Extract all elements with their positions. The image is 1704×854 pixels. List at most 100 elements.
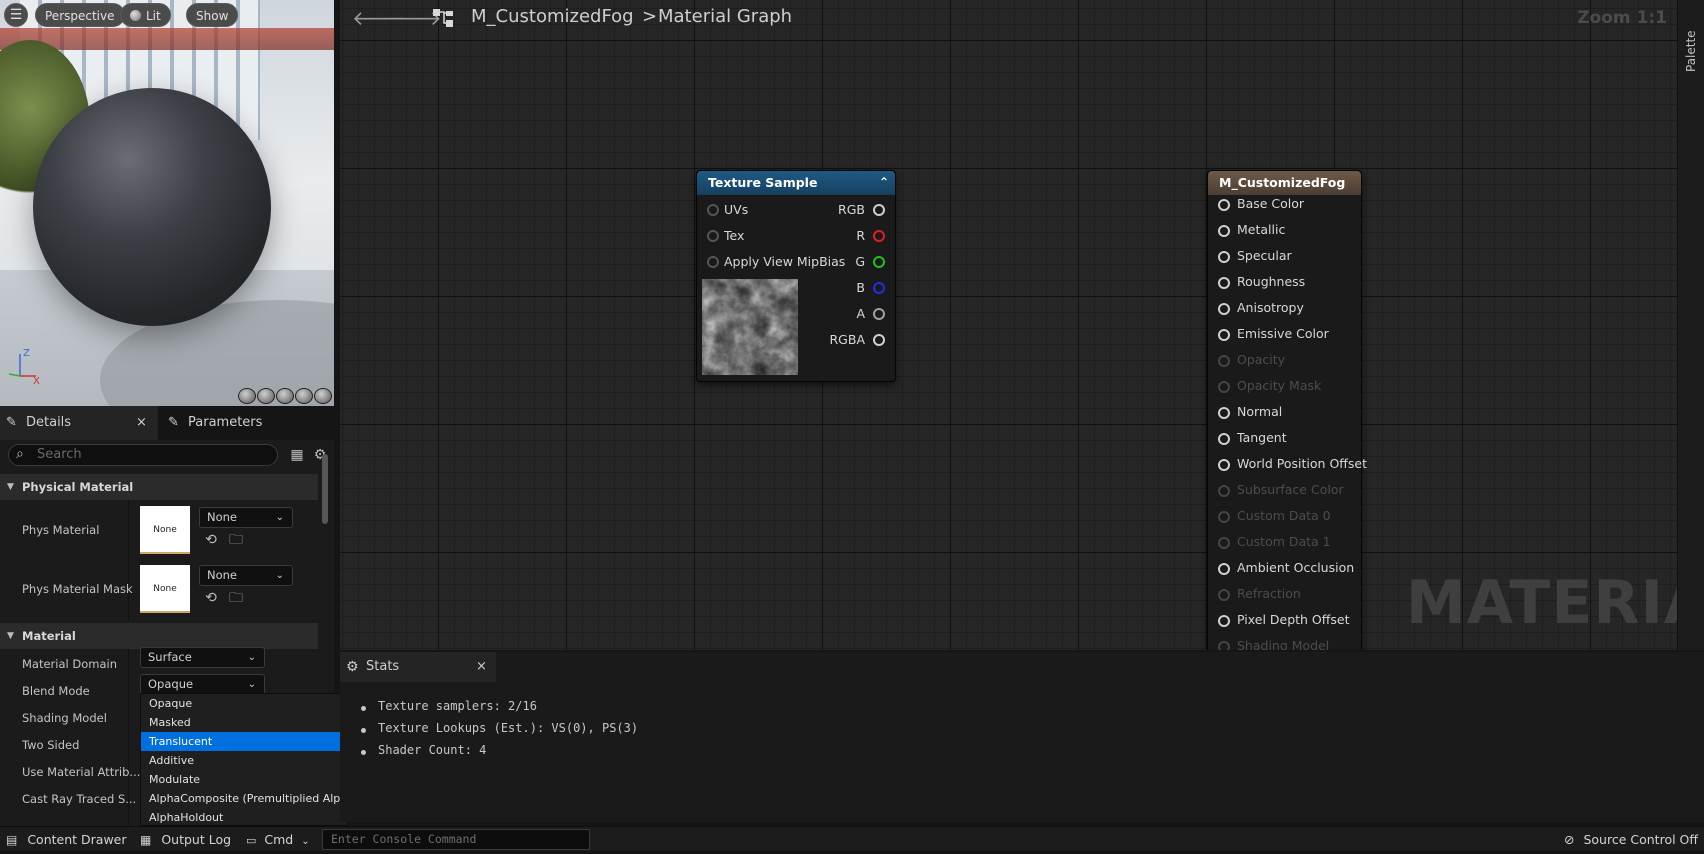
material-domain-combo[interactable]: Surface ⌄ <box>140 647 265 668</box>
a-output-pin[interactable] <box>873 308 885 320</box>
section-material[interactable]: ▼ Material <box>0 623 318 649</box>
material-input-pin[interactable] <box>1218 615 1230 627</box>
stats-bullet <box>361 706 366 711</box>
tex-input-pin[interactable] <box>707 230 719 242</box>
phys-material-thumbnail[interactable]: None <box>140 506 190 554</box>
material-result-node[interactable]: M_CustomizedFog Base Color Metallic Specul… <box>1207 170 1367 650</box>
tab-details-label: Details <box>26 415 72 430</box>
uvs-input-pin[interactable] <box>707 204 719 216</box>
material-input-pin[interactable] <box>1218 433 1230 445</box>
apply-view-mipbias-input-pin[interactable] <box>707 256 719 268</box>
cmd-button[interactable]: ▭ Cmd ⌄ <box>246 827 310 852</box>
r-output-pin[interactable] <box>873 230 885 242</box>
lit-button[interactable]: Lit <box>120 3 171 27</box>
breadcrumb-asset[interactable]: M_CustomizedFog <box>471 6 634 27</box>
texture-sample-node[interactable]: Texture Sample ⌃ UVs Tex Apply View MipB… <box>696 170 896 382</box>
material-input-pin[interactable] <box>1218 303 1230 315</box>
browse-folder-icon[interactable]: 🗀 <box>228 590 244 606</box>
close-icon[interactable]: × <box>136 406 147 440</box>
tex-input-label: Tex <box>724 228 745 243</box>
search-icon: ⌕ <box>16 446 24 462</box>
tab-details[interactable]: ✎ Details × <box>0 406 158 440</box>
phys-material-mask-thumbnail[interactable]: None <box>140 565 190 613</box>
browse-folder-icon[interactable]: 🗀 <box>228 532 244 548</box>
material-input-pin[interactable] <box>1218 589 1230 601</box>
dropdown-option-alphacomposite[interactable]: AlphaComposite (Premultiplied Alpha) <box>141 789 358 808</box>
g-output-pin[interactable] <box>873 256 885 268</box>
material-input-pin[interactable] <box>1218 511 1230 523</box>
source-control-button[interactable]: ⊘ Source Control Off <box>1564 827 1698 852</box>
details-scrollbar[interactable] <box>322 454 328 524</box>
material-domain-value: Surface <box>148 650 192 664</box>
section-physical-material-label: Physical Material <box>22 480 134 494</box>
tab-parameters[interactable]: ✎ Parameters <box>166 406 326 440</box>
collapse-chevron-up-icon[interactable]: ⌃ <box>879 170 889 194</box>
material-input-label: Custom Data 1 <box>1237 534 1331 549</box>
plane-preview-icon[interactable] <box>276 388 294 404</box>
close-icon[interactable]: × <box>476 652 487 682</box>
material-input-label: Opacity Mask <box>1237 378 1322 393</box>
details-search-input[interactable]: ⌕ Search <box>8 444 278 466</box>
material-input-pin[interactable] <box>1218 563 1230 575</box>
rgb-output-pin[interactable] <box>873 204 885 216</box>
output-log-button[interactable]: ▦ Output Log <box>140 827 231 852</box>
material-preview-viewport[interactable]: ☰ Perspective Lit Show Z X <box>0 0 334 406</box>
dropdown-option-alphaholdout[interactable]: AlphaHoldout <box>141 808 347 827</box>
breadcrumb-material-graph[interactable]: Material Graph <box>658 6 792 27</box>
console-command-input[interactable]: Enter Console Command <box>322 829 590 850</box>
dropdown-option-modulate[interactable]: Modulate <box>141 770 347 789</box>
graph-hierarchy-icon[interactable] <box>432 8 456 28</box>
material-input-pin[interactable] <box>1218 277 1230 289</box>
material-input-pin[interactable] <box>1218 407 1230 419</box>
show-button[interactable]: Show <box>186 3 239 27</box>
lit-icon <box>130 10 141 21</box>
section-physical-material[interactable]: ▼ Physical Material <box>0 474 318 500</box>
zoom-level-indicator: Zoom 1:1 <box>1577 8 1667 28</box>
column-divider[interactable] <box>128 500 129 620</box>
content-drawer-button[interactable]: ▤ Content Drawer <box>6 827 127 852</box>
phys-material-combo[interactable]: None ⌄ <box>199 507 293 528</box>
output-log-icon: ▦ <box>140 833 152 847</box>
blend-mode-label: Blend Mode <box>22 684 90 698</box>
material-result-node-title: M_CustomizedFog <box>1219 175 1346 190</box>
material-input-pin[interactable] <box>1218 485 1230 497</box>
rgba-output-label: RGBA <box>829 332 866 347</box>
material-input-pin[interactable] <box>1218 381 1230 393</box>
material-input-label: Metallic <box>1237 222 1286 237</box>
dropdown-option-additive[interactable]: Additive <box>141 751 347 770</box>
table-view-icon[interactable]: ▦ <box>289 447 305 463</box>
lit-label: Lit <box>146 9 161 23</box>
perspective-button[interactable]: Perspective <box>35 3 125 27</box>
tab-stats[interactable]: ⚙ Stats × <box>340 652 496 682</box>
palette-side-tab[interactable]: Palette <box>1677 0 1704 650</box>
dropdown-option-translucent[interactable]: Translucent <box>141 732 347 751</box>
phys-material-mask-combo[interactable]: None ⌄ <box>199 565 293 586</box>
sphere-preview-icon[interactable] <box>257 388 275 404</box>
blend-mode-combo[interactable]: Opaque ⌄ <box>140 674 265 695</box>
material-graph-canvas[interactable]: Texture Sample ⌃ UVs Tex Apply View MipB… <box>340 0 1677 650</box>
b-output-pin[interactable] <box>873 282 885 294</box>
cylinder-preview-icon[interactable] <box>238 388 256 404</box>
material-input-label: Base Color <box>1237 196 1305 211</box>
material-input-pin[interactable] <box>1218 225 1230 237</box>
dropdown-option-masked[interactable]: Masked <box>141 713 347 732</box>
use-selected-asset-icon[interactable]: ⟲ <box>203 532 219 548</box>
chevron-down-icon: ⌄ <box>247 679 256 690</box>
material-input-pin[interactable] <box>1218 199 1230 211</box>
material-input-pin[interactable] <box>1218 355 1230 367</box>
rgba-output-pin[interactable] <box>873 334 885 346</box>
material-input-pin[interactable] <box>1218 459 1230 471</box>
viewport-menu-icon[interactable]: ☰ <box>4 3 28 27</box>
phys-material-value: None <box>207 510 238 524</box>
material-result-node-header[interactable]: M_CustomizedFog <box>1208 171 1361 195</box>
material-input-pin[interactable] <box>1218 537 1230 549</box>
material-input-pin[interactable] <box>1218 641 1230 650</box>
texture-sample-node-header[interactable]: Texture Sample ⌃ <box>697 171 895 195</box>
mesh-preview-icon[interactable] <box>314 388 332 404</box>
material-input-pin[interactable] <box>1218 329 1230 341</box>
collapse-arrow-icon: ▼ <box>7 631 14 641</box>
material-input-pin[interactable] <box>1218 251 1230 263</box>
cube-preview-icon[interactable] <box>295 388 313 404</box>
use-selected-asset-icon[interactable]: ⟲ <box>203 590 219 606</box>
dropdown-option-opaque[interactable]: Opaque <box>141 694 347 713</box>
